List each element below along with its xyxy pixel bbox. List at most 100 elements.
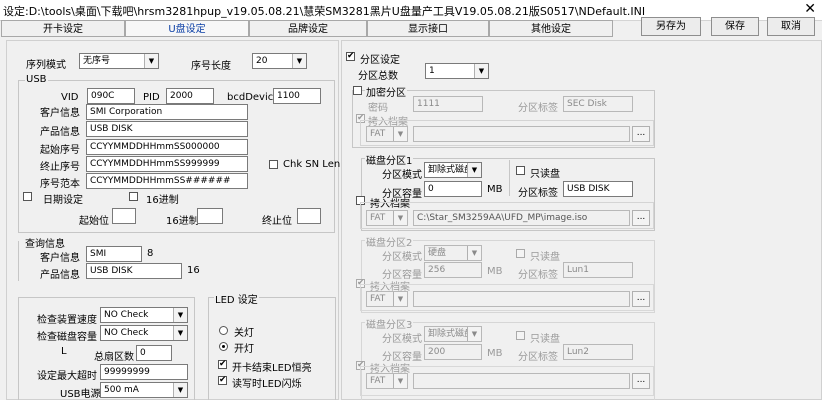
encrypt-tag-label: 分区标签 [518, 103, 558, 114]
product-info-input[interactable]: USB DISK [86, 121, 248, 137]
disk2-mode-select[interactable]: 硬盘 ▼ [424, 245, 482, 261]
led-end-bright-checkbox[interactable]: ✔ [218, 360, 227, 369]
check-capacity-select[interactable]: NO Check ▼ [100, 325, 188, 341]
save-button[interactable]: 保存 [711, 17, 759, 36]
led-off-radio[interactable] [219, 326, 228, 335]
customer-info-label: 客户信息 [40, 108, 80, 119]
serial-length-value: 20 [256, 56, 268, 66]
start-pos-label: 起始位 [79, 216, 109, 227]
start-serial-label: 起始序号 [40, 145, 80, 156]
disk3-fs-select[interactable]: FAT ▼ [366, 373, 408, 389]
usb-power-select[interactable]: 500 mA ▼ [100, 382, 188, 398]
disk1-label: 磁盘分区1 [365, 152, 414, 167]
usb-power-label: USB电源 [60, 389, 101, 400]
disk2-browse-button[interactable]: ... [632, 291, 650, 307]
chevron-down-icon: ▼ [173, 308, 187, 322]
l-label: L [61, 346, 67, 357]
customer-info-input[interactable]: SMI Corporation [86, 104, 248, 120]
disk3-browse-button[interactable]: ... [632, 373, 650, 389]
serial-sample-label: 序号范本 [40, 179, 80, 190]
query-product-input[interactable]: USB DISK [86, 263, 182, 279]
hex-checkbox[interactable] [129, 192, 138, 201]
tab-card-settings[interactable]: 开卡设定 [1, 20, 125, 37]
check-speed-value: NO Check [104, 310, 149, 320]
chk-sn-len-checkbox[interactable] [269, 160, 278, 169]
partition-count-select[interactable]: 1 ▼ [425, 63, 489, 79]
query-product-length: 16 [187, 265, 200, 276]
disk1-cap-input[interactable]: 0 [424, 181, 482, 197]
close-icon[interactable]: ✕ [804, 1, 816, 17]
partition-enable-checkbox[interactable]: ✔ [346, 52, 355, 61]
disk1-path-input[interactable]: C:\Star_SM3259AA\UFD_MP\image.iso [413, 210, 630, 226]
partition-count-label: 分区总数 [358, 71, 398, 82]
end-pos-label: 终止位 [262, 216, 292, 227]
disk3-mode-select[interactable]: 卸除式磁盘 ▼ [424, 326, 482, 342]
pid-input[interactable]: 2000 [166, 88, 214, 104]
query-customer-label: 客户信息 [40, 253, 80, 264]
bcd-device-input[interactable]: 1100 [273, 88, 321, 104]
check-capacity-label: 检查磁盘容量 [37, 332, 97, 343]
disk2-unit: MB [487, 266, 503, 277]
disk3-path-input[interactable] [413, 373, 630, 389]
disk1-fs-select[interactable]: FAT ▼ [366, 210, 408, 226]
query-product-label: 产品信息 [40, 270, 80, 281]
hex2-input[interactable] [197, 208, 223, 224]
date-setting-checkbox[interactable] [23, 192, 32, 201]
serial-sample-input[interactable]: CCYYMMDDHHmmSS###### [86, 173, 248, 189]
tab-other-settings[interactable]: 其他设定 [489, 20, 613, 37]
start-pos-input[interactable] [112, 208, 136, 224]
max-timeout-input[interactable]: 99999999 [100, 364, 188, 380]
disk3-readonly-checkbox[interactable] [516, 331, 525, 340]
disk2-cap-input[interactable]: 256 [424, 262, 482, 278]
disk2-fs-value: FAT [370, 294, 386, 304]
disk1-browse-button[interactable]: ... [632, 210, 650, 226]
led-rw-blink-label: 读写时LED闪烁 [232, 379, 302, 390]
disk3-readonly-label: 只读盘 [530, 334, 560, 345]
led-group-label: LED 设定 [214, 291, 259, 306]
check-speed-select[interactable]: NO Check ▼ [100, 307, 188, 323]
serial-mode-select[interactable]: 无序号 ▼ [79, 53, 159, 69]
disk2-readonly-checkbox[interactable] [516, 249, 525, 258]
led-on-radio[interactable] [219, 342, 228, 351]
query-customer-input[interactable]: SMI [86, 246, 142, 262]
tab-brand-settings[interactable]: 品牌设定 [249, 20, 367, 37]
disk1-mode-select[interactable]: 卸除式磁盘 ▼ [424, 162, 482, 178]
encrypt-checkbox[interactable] [353, 86, 362, 95]
start-serial-input[interactable]: CCYYMMDDHHmmSS000000 [86, 139, 248, 155]
disk2-tag-input[interactable]: Lun1 [563, 262, 633, 278]
chevron-down-icon: ▼ [292, 54, 306, 68]
cancel-button[interactable]: 取消 [767, 17, 815, 36]
vid-input[interactable]: 090C [87, 88, 135, 104]
total-sectors-input[interactable]: 0 [136, 345, 172, 361]
disk1-tag-input[interactable]: USB DISK [563, 181, 633, 197]
encrypt-browse-button[interactable]: ... [632, 126, 650, 142]
encrypt-path-input[interactable] [413, 126, 630, 142]
disk1-mode-label: 分区模式 [382, 170, 422, 181]
disk2-mode-value: 硬盘 [428, 248, 447, 258]
pid-label: PID [143, 92, 160, 103]
chevron-down-icon: ▼ [467, 246, 481, 260]
disk1-fs-value: FAT [370, 213, 386, 223]
encrypt-fs-select[interactable]: FAT ▼ [366, 126, 408, 142]
save-as-button[interactable]: 另存为 [641, 17, 701, 36]
password-input[interactable]: 1111 [413, 96, 483, 112]
end-pos-input[interactable] [297, 208, 321, 224]
serial-mode-label: 序列模式 [26, 60, 66, 71]
disk2-fs-select[interactable]: FAT ▼ [366, 291, 408, 307]
disk3-cap-input[interactable]: 200 [424, 344, 482, 360]
disk3-tag-input[interactable]: Lun2 [563, 344, 633, 360]
disk1-readonly-checkbox[interactable] [516, 166, 525, 175]
disk2-path-input[interactable] [413, 291, 630, 307]
disk3-mode-label: 分区模式 [382, 334, 422, 345]
total-sectors-label: 总扇区数 [94, 352, 134, 363]
window-title: 设定:D:\tools\桌面\下载吧\hrsm3281hpup_v19.05.0… [3, 5, 646, 18]
tab-display-interface[interactable]: 显示接口 [367, 20, 489, 37]
serial-length-select[interactable]: 20 ▼ [252, 53, 307, 69]
disk1-divider [509, 160, 510, 196]
led-rw-blink-checkbox[interactable]: ✔ [218, 376, 227, 385]
encrypt-tag-input[interactable]: SEC Disk [563, 96, 633, 112]
usb-group-label: USB [25, 74, 48, 85]
tab-udisk-settings[interactable]: U盘设定 [125, 20, 249, 37]
end-serial-input[interactable]: CCYYMMDDHHmmSS999999 [86, 156, 248, 172]
product-info-label: 产品信息 [40, 127, 80, 138]
